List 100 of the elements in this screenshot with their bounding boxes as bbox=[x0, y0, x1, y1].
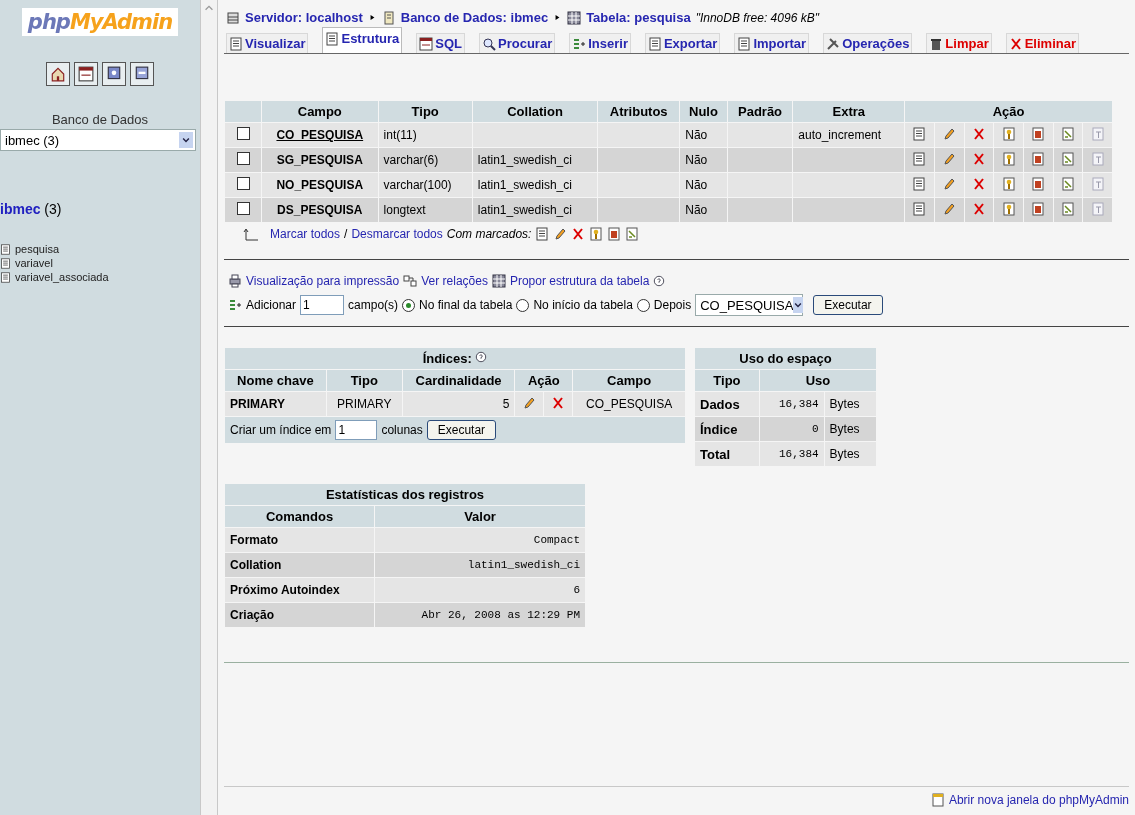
sqlwin-icon bbox=[419, 36, 434, 51]
unit-label: colunas bbox=[381, 423, 423, 437]
execute-button[interactable]: Executar bbox=[813, 295, 883, 315]
edit-icon bbox=[553, 227, 568, 241]
table-icon bbox=[0, 243, 11, 255]
query-icon-button[interactable] bbox=[130, 62, 154, 86]
table-cell: latin1_swedish_ci bbox=[467, 559, 580, 571]
insert-icon bbox=[228, 298, 242, 312]
database-select[interactable]: ibmec (3) bbox=[0, 129, 196, 151]
uncheck-all-link[interactable]: Desmarcar todos bbox=[351, 227, 443, 241]
help-icon-button[interactable] bbox=[102, 62, 126, 86]
row-checkbox[interactable] bbox=[236, 127, 250, 140]
fulltext-icon bbox=[1090, 126, 1105, 141]
table-cell: auto_increment bbox=[798, 128, 882, 142]
new-window-link[interactable]: Abrir nova janela do phpMyAdmin bbox=[948, 793, 1129, 807]
table-cell: Não bbox=[685, 203, 708, 217]
table-link[interactable]: pesquisa bbox=[15, 243, 60, 255]
tab[interactable]: Visualizar bbox=[226, 33, 309, 53]
row-header: Dados bbox=[695, 392, 759, 416]
table-cell: int(11) bbox=[383, 128, 417, 142]
index-icon bbox=[1060, 176, 1075, 191]
browse-icon bbox=[912, 126, 927, 141]
column-header: Padrão bbox=[727, 101, 793, 122]
table-cell: Próximo Autoindex bbox=[230, 583, 340, 597]
field-name: DS_PESQUISA bbox=[277, 203, 363, 217]
field-name: SG_PESQUISA bbox=[276, 153, 363, 167]
tab[interactable]: SQL bbox=[416, 33, 465, 53]
delete-icon bbox=[571, 227, 586, 241]
table-icon bbox=[0, 257, 11, 269]
radio-button[interactable] bbox=[516, 298, 530, 312]
table-cell: Não bbox=[685, 128, 708, 142]
insert-icon bbox=[572, 36, 587, 51]
table-cell: Não bbox=[685, 178, 708, 192]
separator: / bbox=[344, 227, 348, 241]
primary-key-icon bbox=[1001, 151, 1016, 166]
tab[interactable]: Importar bbox=[734, 33, 810, 53]
grid-icon bbox=[491, 274, 506, 288]
tab[interactable]: Estrutura bbox=[322, 27, 403, 53]
table-cell: CO_PESQUISA bbox=[586, 397, 673, 411]
primary-key-icon bbox=[1001, 126, 1016, 141]
radio-button[interactable] bbox=[636, 298, 650, 312]
column-header: Collation bbox=[472, 101, 598, 122]
column-header: Uso bbox=[759, 370, 876, 391]
table-cell: 5 bbox=[502, 397, 510, 411]
table-cell: Não bbox=[685, 153, 708, 167]
table-link[interactable]: variavel_associada bbox=[15, 271, 109, 283]
check-all-link[interactable]: Marcar todos bbox=[270, 227, 341, 241]
row-checkbox[interactable] bbox=[236, 152, 250, 165]
caret-icon bbox=[793, 300, 804, 310]
tab[interactable]: Limpar bbox=[926, 33, 992, 53]
column-count-input[interactable]: 1 bbox=[335, 420, 378, 440]
table-cell: longtext bbox=[383, 203, 426, 217]
sql-window-icon-button[interactable] bbox=[74, 62, 98, 86]
breadcrumb-link[interactable]: Tabela: pesquisa bbox=[586, 10, 691, 25]
home-icon-button[interactable] bbox=[46, 62, 70, 86]
browse-icon bbox=[912, 201, 927, 216]
table-cell: 6 bbox=[573, 584, 580, 596]
tab[interactable]: Exportar bbox=[644, 33, 721, 53]
table-cell: Abr 26, 2008 as 12:29 PM bbox=[421, 609, 580, 621]
execute-button[interactable]: Executar bbox=[426, 420, 497, 440]
row-header: Índice bbox=[695, 417, 759, 441]
field-count-input[interactable]: 1 bbox=[300, 295, 345, 315]
database-heading[interactable]: ibmec (3) bbox=[0, 201, 200, 217]
action-link[interactable]: Propor estrutura da tabela bbox=[509, 274, 650, 288]
column-header: Ação bbox=[905, 101, 1112, 122]
table-cell: Bytes bbox=[829, 447, 860, 461]
column-header: Comandos bbox=[225, 506, 375, 527]
grid-icon bbox=[567, 10, 582, 25]
table-icon bbox=[737, 36, 752, 51]
browse-icon bbox=[535, 227, 550, 241]
table-link[interactable]: variavel bbox=[15, 257, 53, 269]
tab[interactable]: Operações bbox=[823, 33, 913, 53]
tab[interactable]: Procurar bbox=[479, 33, 556, 53]
table-cell: PRIMARY bbox=[337, 397, 392, 411]
tab[interactable]: Inserir bbox=[569, 33, 631, 53]
phpmyadmin-logo[interactable]: phpMyAdmin bbox=[21, 8, 179, 36]
table-cell: varchar(100) bbox=[383, 178, 452, 192]
radio-button[interactable] bbox=[402, 298, 416, 312]
database-label: Banco de Dados bbox=[50, 112, 150, 127]
column-select[interactable]: CO_PESQUISA bbox=[695, 294, 804, 316]
column-header: Tipo bbox=[695, 370, 759, 391]
row-checkbox[interactable] bbox=[236, 177, 250, 190]
column-header: Campo bbox=[262, 101, 378, 122]
column-header: Campo bbox=[573, 370, 685, 391]
action-link[interactable]: Visualização para impressão bbox=[246, 274, 400, 288]
table-cell: Collation bbox=[230, 558, 282, 572]
breadcrumb-link[interactable]: Banco de Dados: ibmec bbox=[400, 10, 549, 25]
tab[interactable]: Eliminar bbox=[1005, 33, 1079, 53]
fulltext-icon bbox=[1090, 176, 1105, 191]
action-link[interactable]: Ver relações bbox=[421, 274, 488, 288]
server-icon bbox=[226, 10, 240, 25]
table-cell: Compact bbox=[533, 534, 580, 546]
table-title: Índices: bbox=[422, 351, 472, 366]
new-window-icon bbox=[930, 793, 945, 807]
row-checkbox[interactable] bbox=[236, 202, 250, 215]
edit-icon bbox=[522, 395, 537, 410]
table-cell: Bytes bbox=[829, 397, 860, 411]
with-selected-label: Com marcados: bbox=[446, 227, 532, 241]
delete-icon bbox=[971, 126, 986, 141]
breadcrumb-link[interactable]: Servidor: localhost bbox=[245, 10, 363, 25]
